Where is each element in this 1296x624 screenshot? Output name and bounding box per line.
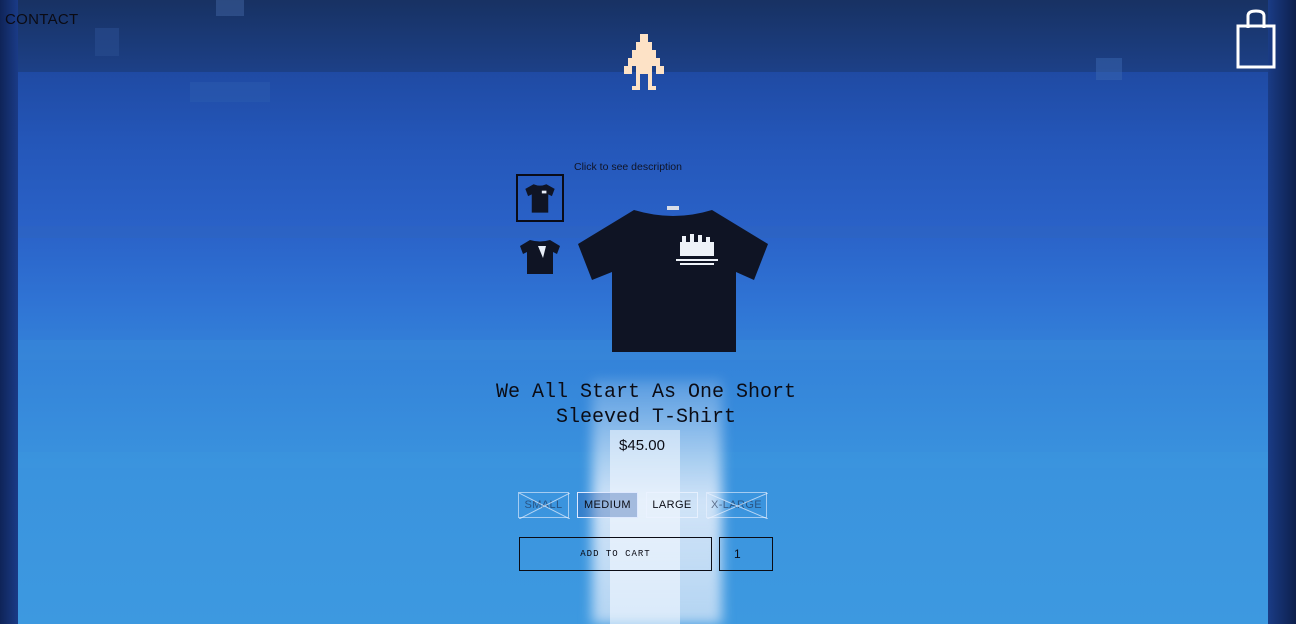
tshirt-back-thumbnail	[520, 240, 560, 274]
tshirt-front-thumbnail	[525, 184, 555, 213]
size-selector: SMALL MEDIUM LARGE X-LARGE	[518, 492, 768, 519]
thumbnail-front[interactable]	[516, 174, 564, 222]
product-title-line1: We All Start As One Short	[495, 381, 797, 404]
size-option-small[interactable]: SMALL	[518, 492, 570, 519]
description-hint[interactable]: Click to see description	[574, 161, 682, 173]
size-label: MEDIUM	[583, 499, 631, 511]
strike-through-icon	[707, 493, 768, 519]
strike-through-icon	[519, 493, 570, 519]
quantity-input[interactable]	[719, 537, 773, 571]
size-option-xlarge[interactable]: X-LARGE	[706, 492, 768, 519]
size-option-large[interactable]: LARGE	[646, 492, 698, 518]
size-label: LARGE	[652, 499, 692, 511]
product-image[interactable]	[576, 204, 770, 354]
pixel-figure-icon[interactable]	[624, 34, 664, 90]
add-to-cart-button[interactable]: ADD TO CART	[519, 537, 712, 571]
thumbnail-back[interactable]	[516, 232, 564, 280]
nav-contact-link[interactable]: CONTACT	[5, 11, 78, 28]
product-price: $45.00	[619, 437, 665, 454]
shopping-bag-icon[interactable]	[1234, 8, 1278, 70]
product-title-line2: Sleeved T-Shirt	[555, 406, 737, 429]
size-option-medium[interactable]: MEDIUM	[577, 492, 638, 518]
product-title: We All Start As One Short Sleeved T-Shir…	[470, 380, 822, 430]
